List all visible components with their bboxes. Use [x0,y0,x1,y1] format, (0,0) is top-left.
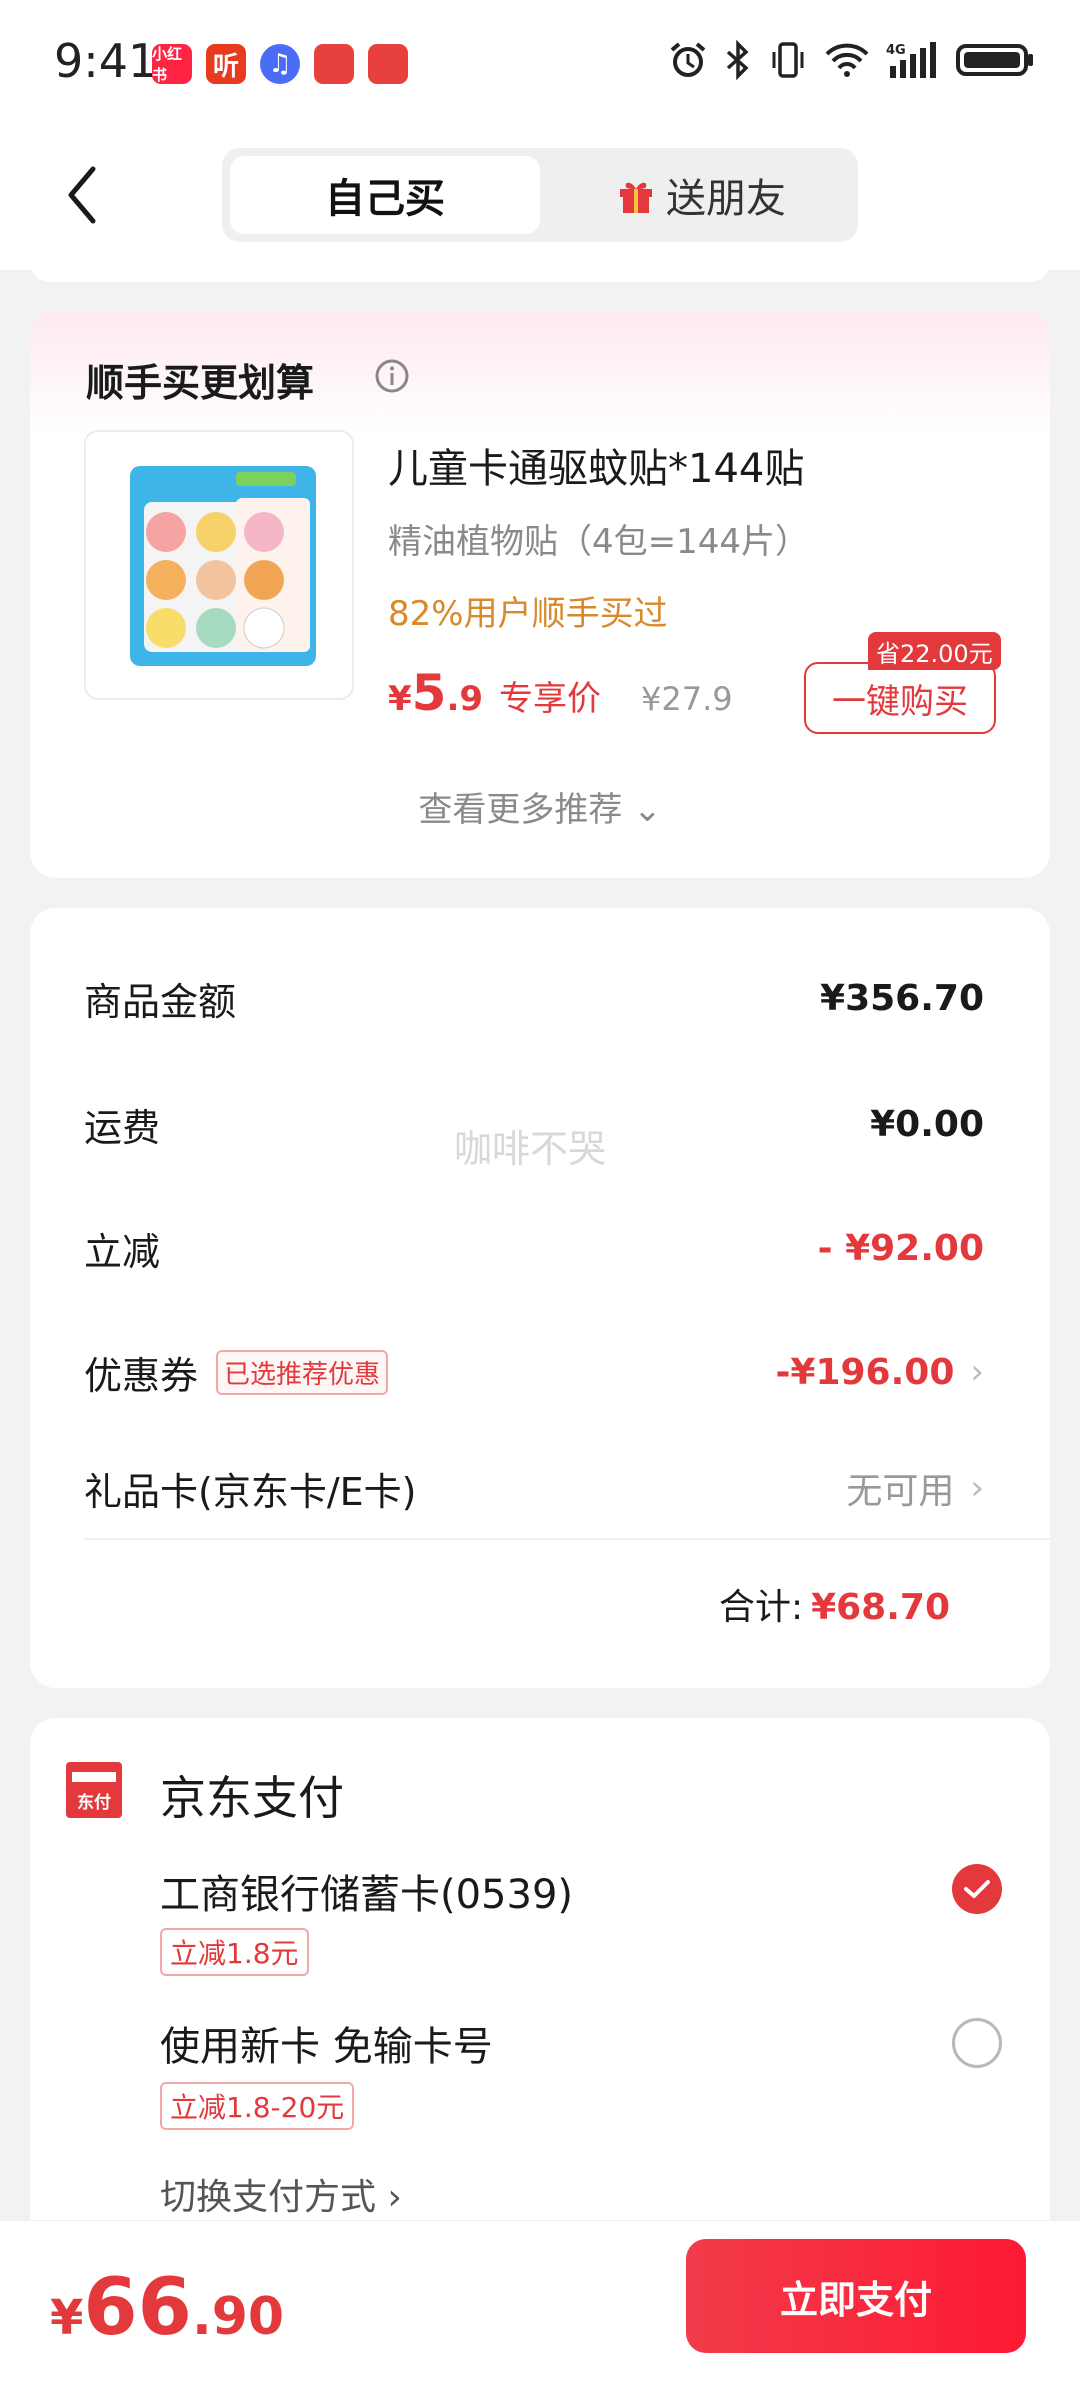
chevron-right-icon: › [970,1468,984,1508]
total-decimal: .90 [191,2287,285,2347]
payment-card: 东付 京东支付 工商银行储蓄卡(0539) 立减1.8元 使用新卡 免输卡号 立… [30,1718,1050,2258]
total-payable: ¥ 66 .90 [50,2263,284,2353]
subtotal-label: 合计: [718,1587,804,1628]
product-price: ¥ 5 .9 专享价 ¥27.9 [388,664,733,722]
product-purchase-stat: 82%用户顺手买过 [388,594,668,634]
goods-amount-label: 商品金额 [84,979,237,1024]
app-icon [368,44,408,84]
recommend-card: 顺手买更划算 儿童卡通驱蚊贴*144贴 精油植物贴（4包=144片） 82%用户… [30,312,1050,878]
shipping-value: ¥0.00 [870,1103,984,1145]
summary-row-discount: 立减 - ¥92.00 [84,1218,984,1278]
xiaohongshu-icon: 小红书 [152,44,192,84]
exclusive-price-label: 专享价 [499,679,602,719]
pay-now-button[interactable]: 立即支付 [686,2239,1026,2353]
divider [84,1538,1050,1540]
summary-row-coupon[interactable]: 优惠券 已选推荐优惠 -¥196.00 › [84,1342,984,1402]
info-icon[interactable] [374,358,410,394]
summary-row-goods: 商品金额 ¥356.70 [84,968,984,1028]
coupon-label: 优惠券 [84,1353,199,1398]
shipping-label: 运费 [84,1105,161,1150]
gift-icon [620,182,652,213]
giftcard-value-group: 无可用 › [846,1462,984,1514]
coupon-label-group: 优惠券 已选推荐优惠 [84,1345,389,1400]
tab-self-buy[interactable]: 自己买 [230,156,540,234]
svg-text:东付: 东付 [77,1792,111,1813]
header: 自己买 送朋友 [0,120,1080,270]
check-icon [964,1880,990,1898]
ting-icon: 听 [206,44,246,84]
giftcard-value: 无可用 [846,1471,955,1512]
bottom-pay-bar: ¥ 66 .90 立即支付 [0,2220,1080,2389]
product-spec: 精油植物贴（4包=144片） [388,522,810,562]
product-thumbnail [130,466,316,666]
bluetooth-icon [726,40,749,80]
chevron-left-icon [68,166,96,224]
price-symbol: ¥ [388,679,412,719]
subtotal: 合计: ¥68.70 [719,1578,950,1630]
signal-4g-icon: 4G [886,42,936,78]
tab-gift-friend[interactable]: 送朋友 [552,156,850,234]
total-symbol: ¥ [50,2290,84,2346]
watermark: 咖啡不哭 [454,1127,607,1171]
payment-option-new-card-tag: 立减1.8-20元 [160,2082,355,2130]
jd-pay-icon: 东付 [66,1762,122,1818]
back-button[interactable] [52,160,112,230]
tab-gift-label: 送朋友 [666,176,786,222]
payment-option-new-card[interactable]: 使用新卡 免输卡号 [160,2014,493,2072]
summary-row-giftcard[interactable]: 礼品卡(京东卡/E卡) 无可用 › [84,1458,984,1518]
status-indicators: 4G [668,40,1036,80]
status-bar: 9:41 小红书 听 ♫ 4G [0,0,1080,120]
savings-badge: 省22.00元 [868,632,1001,670]
price-decimal: .9 [446,679,484,719]
product-name[interactable]: 儿童卡通驱蚊贴*144贴 [388,436,804,494]
order-summary-card: 商品金额 ¥356.70 运费 ¥0.00 咖啡不哭 立减 - ¥92.00 优… [30,908,1050,1688]
more-recommendations-link[interactable]: 查看更多推荐 ⌄ [30,782,1050,831]
one-click-buy-button[interactable]: 一键购买 [804,662,996,734]
chevron-right-icon: › [970,1352,984,1392]
music-icon: ♫ [260,44,300,84]
product-image[interactable] [84,430,354,700]
original-price: ¥27.9 [641,680,733,718]
recommend-title: 顺手买更划算 [86,361,315,405]
status-app-icons: 小红书 听 ♫ [152,44,408,84]
svg-text:4G: 4G [886,43,906,58]
coupon-value-group: -¥196.00 › [775,1352,984,1393]
payment-title: 京东支付 [160,1771,344,1825]
total-integer: 66 [83,2263,192,2353]
switch-payment-method-link[interactable]: 切换支付方式 › [160,2168,402,2220]
coupon-selected-tag: 已选推荐优惠 [216,1349,389,1395]
radio-unselected[interactable] [952,2018,1002,2068]
coupon-value: -¥196.00 [775,1351,955,1393]
previous-card-edge [30,262,1050,282]
battery-icon [956,44,1033,76]
status-time: 9:41 [54,34,158,88]
subtotal-value: ¥68.70 [811,1587,950,1628]
giftcard-label: 礼品卡(京东卡/E卡) [84,1469,417,1514]
alarm-icon [670,42,706,77]
radio-selected[interactable] [952,1864,1002,1914]
price-integer: 5 [411,664,447,722]
goods-amount-value: ¥356.70 [820,977,984,1019]
discount-label: 立减 [84,1229,161,1274]
vibrate-icon [772,42,804,78]
payment-option-icbc[interactable]: 工商银行储蓄卡(0539) [160,1862,573,1920]
discount-value: - ¥92.00 [817,1227,984,1269]
app-icon [314,44,354,84]
wifi-icon [825,43,869,77]
purchase-mode-switch: 自己买 送朋友 [222,148,858,242]
payment-option-icbc-tag: 立减1.8元 [160,1928,309,1976]
